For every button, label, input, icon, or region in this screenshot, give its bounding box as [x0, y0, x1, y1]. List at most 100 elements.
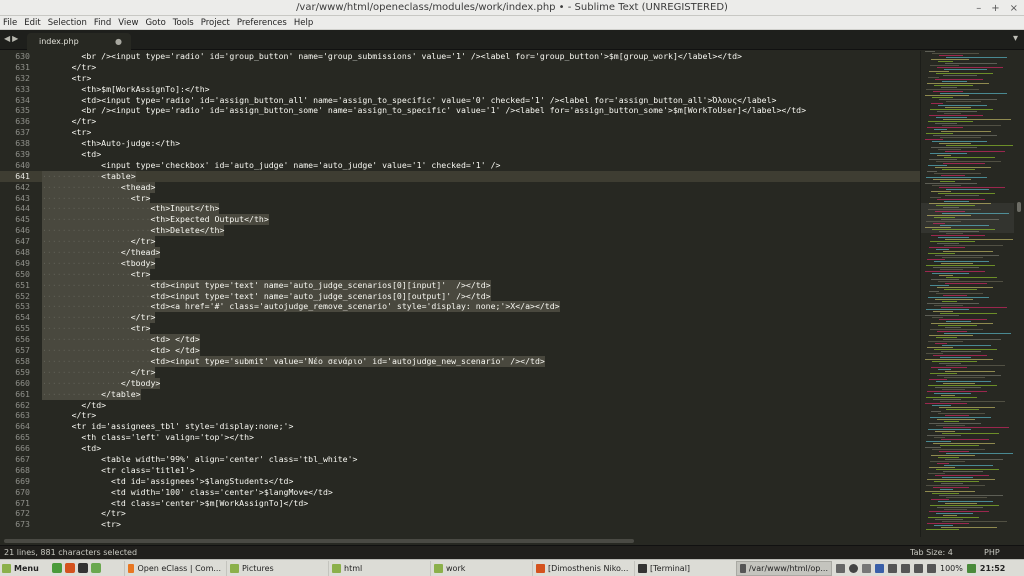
- code-line[interactable]: 641 ············<table>: [0, 170, 920, 182]
- code-line[interactable]: 670 <td width='100' class='center'>$lang…: [0, 487, 920, 498]
- tab-nav-arrows-icon[interactable]: ◀▶: [4, 34, 20, 43]
- keyboard-icon[interactable]: [862, 564, 871, 573]
- menu-tools[interactable]: Tools: [173, 18, 194, 28]
- vertical-scroll-thumb[interactable]: [1017, 202, 1021, 212]
- launcher-icon[interactable]: [52, 563, 62, 573]
- taskbar-item[interactable]: Pictures: [226, 561, 326, 576]
- menu-find[interactable]: Find: [94, 18, 111, 28]
- code-line[interactable]: 630 <br /><input type='radio' id='group_…: [0, 51, 920, 62]
- code-line[interactable]: 636 </tr>: [0, 116, 920, 127]
- network-icon[interactable]: [836, 564, 845, 573]
- menu-view[interactable]: View: [118, 18, 138, 28]
- code-line[interactable]: 637 <tr>: [0, 127, 920, 138]
- code-line[interactable]: 659 ··················</tr>: [0, 366, 920, 378]
- code-line[interactable]: 663 </tr>: [0, 410, 920, 421]
- code-line[interactable]: 654 ··················</tr>: [0, 312, 920, 324]
- code-line[interactable]: 658 ······················<td><input type…: [0, 355, 920, 367]
- code-line[interactable]: 632 <tr>: [0, 73, 920, 84]
- flag-icon[interactable]: [875, 564, 884, 573]
- code-line[interactable]: 634 <td><input type='radio' id='assign_b…: [0, 95, 920, 106]
- shield-icon[interactable]: [966, 564, 976, 573]
- code-line[interactable]: 653 ······················<td><a href='#'…: [0, 301, 920, 313]
- code-line[interactable]: 633 <th>$m[WorkAssignTo]:</th>: [0, 84, 920, 95]
- minimap-line: [928, 341, 963, 342]
- code-line[interactable]: 648 ················</thead>: [0, 247, 920, 258]
- horizontal-scroll-thumb[interactable]: [4, 539, 634, 543]
- code-line[interactable]: 642 ················<thead>: [0, 181, 920, 193]
- minimap-line: [933, 91, 963, 92]
- syntax-indicator[interactable]: PHP: [984, 548, 1000, 557]
- code-line[interactable]: 644 ······················<th>Input</th>: [0, 203, 920, 215]
- taskbar-item[interactable]: work: [430, 561, 530, 576]
- code-line[interactable]: 650 ··················<tr>: [0, 268, 920, 280]
- modified-dot-icon[interactable]: ●: [115, 37, 122, 46]
- tab-index-php[interactable]: index.php ●: [27, 33, 131, 50]
- minimap-line: [938, 413, 985, 414]
- menu-file[interactable]: File: [3, 18, 17, 28]
- taskbar-item[interactable]: [Terminal]: [634, 561, 734, 576]
- menu-goto[interactable]: Goto: [145, 18, 165, 28]
- maximize-icon[interactable]: +: [991, 3, 999, 14]
- menu-help[interactable]: Help: [294, 18, 313, 28]
- code-line[interactable]: 647 ··················</tr>: [0, 236, 920, 248]
- line-number: 632: [15, 72, 30, 83]
- horizontal-scrollbar[interactable]: [0, 537, 1014, 545]
- vertical-scrollbar[interactable]: [1014, 51, 1024, 537]
- code-line[interactable]: 669 <td id='assignees'>$langStudents</td…: [0, 476, 920, 487]
- taskbar-item[interactable]: html: [328, 561, 428, 576]
- code-text: <tr>: [42, 72, 92, 83]
- launcher-icon[interactable]: [65, 563, 75, 573]
- volume-icon[interactable]: [914, 564, 923, 573]
- menu-edit[interactable]: Edit: [24, 18, 40, 28]
- code-line[interactable]: 635 <br /><input type='radio' id='assign…: [0, 105, 920, 116]
- code-line[interactable]: 671 <td class='center'>$m[WorkAssignTo]<…: [0, 498, 920, 509]
- close-icon[interactable]: ×: [1010, 3, 1018, 14]
- code-line[interactable]: 667 <table width='99%' align='center' cl…: [0, 454, 920, 465]
- code-line[interactable]: 631 </tr>: [0, 62, 920, 73]
- window-titlebar[interactable]: /var/www/html/openeclass/modules/work/in…: [0, 0, 1024, 16]
- code-line[interactable]: 657 ······················<td> </td>: [0, 345, 920, 356]
- code-line[interactable]: 651 ······················<td><input type…: [0, 279, 920, 291]
- code-line[interactable]: 639 <td>: [0, 149, 920, 160]
- menu-preferences[interactable]: Preferences: [237, 18, 287, 28]
- menu-selection[interactable]: Selection: [48, 18, 87, 28]
- code-line[interactable]: 666 <td>: [0, 443, 920, 454]
- wifi-icon[interactable]: [901, 564, 910, 573]
- code-line[interactable]: 664 <tr id='assignees_tbl' style='displa…: [0, 421, 920, 432]
- taskbar-item[interactable]: /var/www/html/op...: [736, 561, 832, 576]
- code-line[interactable]: 638 <th>Auto-judge:</th>: [0, 138, 920, 149]
- code-line[interactable]: 643 ··················<tr>: [0, 192, 920, 204]
- code-line[interactable]: 672 </tr>: [0, 508, 920, 519]
- start-menu-button[interactable]: Menu: [2, 561, 39, 576]
- minimap-line: [934, 217, 955, 218]
- code-editor[interactable]: 630 <br /><input type='radio' id='group_…: [0, 51, 920, 537]
- taskbar-item[interactable]: Open eClass | Com...: [124, 561, 224, 576]
- menu-project[interactable]: Project: [201, 18, 230, 28]
- bluetooth-icon[interactable]: [888, 564, 897, 573]
- minimize-icon[interactable]: –: [976, 3, 981, 14]
- code-line[interactable]: 655 ··················<tr>: [0, 323, 920, 335]
- code-line[interactable]: 646 ······················<th>Delete</th>: [0, 225, 920, 237]
- clock[interactable]: 21:52: [980, 564, 1005, 573]
- launcher-icon[interactable]: [78, 563, 88, 573]
- code-line[interactable]: 652 ······················<td><input type…: [0, 290, 920, 302]
- minimap[interactable]: [920, 51, 1015, 537]
- battery-icon[interactable]: [927, 564, 936, 573]
- code-line[interactable]: 649 ················<tbody>: [0, 257, 920, 269]
- tab-overflow-icon[interactable]: ▾: [1013, 33, 1018, 44]
- launcher-icon[interactable]: [91, 563, 101, 573]
- code-line[interactable]: 640 <input type='checkbox' id='auto_judg…: [0, 160, 920, 171]
- code-line[interactable]: 673 <tr>: [0, 519, 920, 530]
- code-line[interactable]: 662 </td>: [0, 400, 920, 411]
- code-line[interactable]: 656 ······················<td> </td>: [0, 334, 920, 346]
- tab-size-indicator[interactable]: Tab Size: 4: [910, 548, 953, 557]
- code-line[interactable]: 660 ················</tbody>: [0, 377, 920, 389]
- taskbar-item[interactable]: [Dimosthenis Niko...: [532, 561, 632, 576]
- user-icon[interactable]: [849, 564, 858, 573]
- code-line[interactable]: 661 ············</table>: [0, 388, 920, 400]
- taskbar: Menu 100% 21:52 Open eClass | Com... Pict…: [0, 559, 1024, 576]
- code-line[interactable]: 645 ······················<th>Expected Ou…: [0, 214, 920, 226]
- code-line[interactable]: 668 <tr class='title1'>: [0, 465, 920, 476]
- code-line[interactable]: 665 <th class='left' valign='top'></th>: [0, 432, 920, 443]
- minimap-line: [941, 527, 997, 528]
